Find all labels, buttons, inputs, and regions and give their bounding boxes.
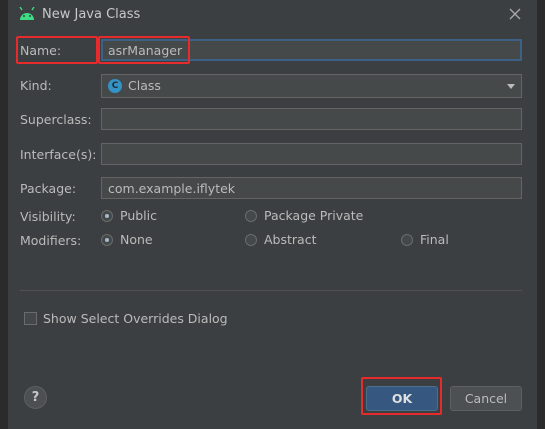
class-icon: C	[108, 79, 122, 93]
modifiers-none-radio[interactable]: None	[101, 232, 153, 247]
ok-button-highlight	[361, 377, 442, 415]
radio-label: Abstract	[264, 232, 317, 247]
radio-label: None	[120, 232, 153, 247]
radio-icon	[245, 209, 257, 222]
checkbox-icon	[24, 312, 37, 325]
help-button[interactable]: ?	[24, 386, 47, 409]
radio-selected-icon	[101, 209, 113, 222]
visibility-public-radio[interactable]: Public	[101, 208, 157, 223]
interfaces-input[interactable]	[101, 143, 522, 165]
radio-selected-icon	[101, 233, 113, 246]
radio-label: Public	[120, 208, 157, 223]
radio-label: Package Private	[264, 208, 364, 223]
modifiers-final-radio[interactable]: Final	[401, 232, 449, 247]
modifiers-label: Modifiers:	[20, 233, 82, 248]
superclass-input[interactable]	[101, 108, 522, 130]
superclass-label: Superclass:	[20, 112, 92, 127]
package-input[interactable]	[101, 177, 522, 199]
chevron-down-icon	[507, 84, 515, 89]
modifiers-abstract-radio[interactable]: Abstract	[245, 232, 316, 247]
checkbox-label: Show Select Overrides Dialog	[43, 311, 228, 326]
show-overrides-checkbox[interactable]: Show Select Overrides Dialog	[24, 311, 228, 326]
interfaces-label: Interface(s):	[20, 147, 97, 162]
new-java-class-dialog: New Java Class Name: Kind: C Class Super…	[0, 0, 545, 429]
radio-icon	[245, 233, 257, 246]
name-input-highlight	[98, 36, 190, 64]
visibility-package-private-radio[interactable]: Package Private	[245, 208, 363, 223]
visibility-label: Visibility:	[20, 209, 76, 224]
radio-label: Final	[420, 232, 449, 247]
android-icon	[19, 7, 35, 20]
cancel-button[interactable]: Cancel	[450, 386, 522, 411]
close-icon[interactable]	[507, 6, 523, 22]
kind-label: Kind:	[20, 78, 52, 93]
kind-value: Class	[128, 78, 161, 93]
divider	[20, 290, 522, 291]
kind-dropdown[interactable]: C Class	[101, 74, 522, 98]
title-bar: New Java Class	[8, 0, 537, 30]
dialog-title: New Java Class	[42, 7, 141, 22]
package-label: Package:	[20, 181, 77, 196]
name-label-highlight	[16, 36, 98, 64]
radio-icon	[401, 233, 413, 246]
